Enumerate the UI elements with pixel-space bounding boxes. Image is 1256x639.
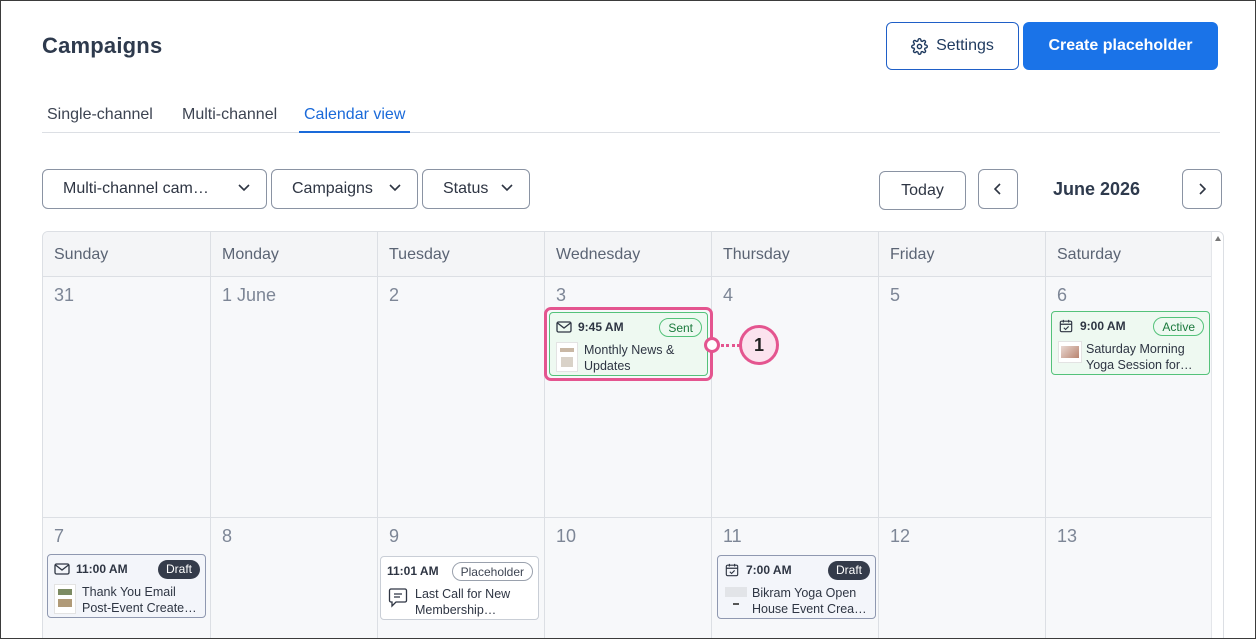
calendar-grid: Sunday Monday Tuesday Wednesday Thursday… — [42, 231, 1224, 638]
day-number: 5 — [890, 285, 901, 305]
day-number: 7 — [54, 526, 65, 546]
event-title-line: Bikram Yoga Open — [752, 586, 857, 600]
settings-button[interactable]: Settings — [886, 22, 1019, 70]
status-badge: Active — [1153, 317, 1204, 336]
day-number: 3 — [556, 285, 567, 305]
tab-multi-channel[interactable]: Multi-channel — [182, 106, 277, 133]
campaigns-filter-dropdown[interactable]: Campaigns — [271, 169, 418, 209]
weekday-header: Sunday — [43, 232, 211, 277]
event-title-line: Membership… — [415, 603, 497, 617]
channel-filter-dropdown[interactable]: Multi-channel cam… — [42, 169, 267, 209]
day-number: 31 — [54, 285, 75, 305]
day-cell[interactable]: 12 — [879, 518, 1046, 638]
event-time: 7:00 AM — [746, 563, 792, 577]
event-title-line: Yoga Session for… — [1086, 358, 1193, 372]
day-cell[interactable]: 1 June — [211, 277, 378, 518]
chevron-right-icon — [1199, 183, 1206, 195]
day-cell[interactable]: 10 — [545, 518, 712, 638]
event-title: Saturday Morning Yoga Session for… — [1086, 341, 1203, 373]
campaign-event-card[interactable]: 9:00 AM Active Saturday Morning Yoga Ses… — [1051, 311, 1210, 375]
chevron-left-icon — [994, 183, 1001, 195]
email-thumbnail — [1058, 341, 1082, 363]
app-frame: Campaigns Settings Create placeholder Si… — [0, 0, 1256, 639]
tab-calendar-view[interactable]: Calendar view — [299, 106, 411, 133]
page-title: Campaigns — [42, 33, 163, 58]
campaign-event-card[interactable]: 11:00 AM Draft Thank You Email Post-Even… — [47, 554, 206, 618]
weekday-header: Wednesday — [545, 232, 712, 277]
day-number: 10 — [556, 526, 577, 546]
event-time: 11:00 AM — [76, 562, 128, 576]
day-cell[interactable]: 5 — [879, 277, 1046, 518]
day-number: 1 June — [222, 285, 277, 305]
event-highlight-outline — [544, 307, 713, 381]
event-title: Thank You Email Post-Event Created… — [82, 584, 199, 616]
weekday-header: Saturday — [1046, 232, 1213, 277]
tab-single-channel[interactable]: Single-channel — [47, 106, 153, 133]
event-title-line: House Event Creat… — [752, 602, 869, 616]
event-title-line: Post-Event Created… — [82, 601, 199, 615]
calendar-check-icon — [1059, 319, 1073, 333]
email-thumbnail — [724, 585, 748, 609]
day-number: 12 — [890, 526, 911, 546]
day-number: 13 — [1057, 526, 1078, 546]
status-filter-label: Status — [443, 180, 489, 197]
event-title-line: Last Call for New — [415, 587, 511, 601]
event-title-line: Thank You Email — [82, 585, 176, 599]
tab-bar: Single-channel Multi-channel Calendar vi… — [42, 99, 1220, 133]
weekday-header: Monday — [211, 232, 378, 277]
event-title: Bikram Yoga Open House Event Creat… — [752, 585, 869, 617]
day-number: 11 — [723, 526, 742, 546]
day-cell[interactable]: 2 — [378, 277, 545, 518]
status-badge: Draft — [827, 561, 870, 580]
event-time: 11:01 AM — [387, 564, 439, 578]
gear-icon — [911, 37, 929, 55]
day-cell[interactable]: 4 — [712, 277, 879, 518]
envelope-icon — [54, 563, 70, 575]
chevron-down-icon — [389, 184, 401, 192]
event-title-line: Saturday Morning — [1086, 342, 1185, 356]
status-badge: Draft — [157, 560, 200, 579]
chevron-down-icon — [238, 184, 250, 192]
message-icon — [388, 588, 408, 608]
chevron-down-icon — [501, 184, 513, 192]
event-title: Last Call for New Membership… — [415, 586, 532, 618]
scroll-up-arrow-icon[interactable] — [1215, 236, 1221, 241]
callout-number-badge: 1 — [739, 325, 779, 365]
status-badge: Placeholder — [451, 562, 533, 581]
next-month-button[interactable] — [1182, 169, 1222, 209]
day-number: 4 — [723, 285, 734, 305]
callout-anchor-dot — [704, 337, 720, 353]
weekday-header: Thursday — [712, 232, 879, 277]
calendar-scrollbar[interactable] — [1211, 232, 1223, 638]
weekday-header: Tuesday — [378, 232, 545, 277]
status-filter-dropdown[interactable]: Status — [422, 169, 530, 209]
campaign-event-card[interactable]: 11:01 AM Placeholder Last Call for New M… — [380, 556, 539, 620]
calendar-check-icon — [725, 563, 739, 577]
channel-filter-label: Multi-channel cam… — [63, 180, 209, 197]
event-time: 9:00 AM — [1080, 319, 1126, 333]
day-number: 8 — [222, 526, 233, 546]
settings-label: Settings — [936, 37, 994, 54]
day-cell[interactable]: 8 — [211, 518, 378, 638]
day-cell[interactable]: 31 — [43, 277, 211, 518]
day-number: 2 — [389, 285, 400, 305]
weekday-header: Friday — [879, 232, 1046, 277]
previous-month-button[interactable] — [978, 169, 1018, 209]
email-thumbnail — [54, 584, 76, 614]
campaign-event-card[interactable]: 7:00 AM Draft Bikram Yoga Open House Eve… — [717, 555, 876, 619]
day-number: 6 — [1057, 285, 1068, 305]
current-month-label: June 2026 — [1053, 179, 1141, 199]
day-cell[interactable]: 13 — [1046, 518, 1213, 638]
today-button[interactable]: Today — [879, 171, 966, 210]
callout-connector — [721, 344, 740, 347]
create-placeholder-button[interactable]: Create placeholder — [1023, 22, 1218, 70]
day-number: 9 — [389, 526, 400, 546]
campaigns-filter-label: Campaigns — [292, 180, 373, 197]
